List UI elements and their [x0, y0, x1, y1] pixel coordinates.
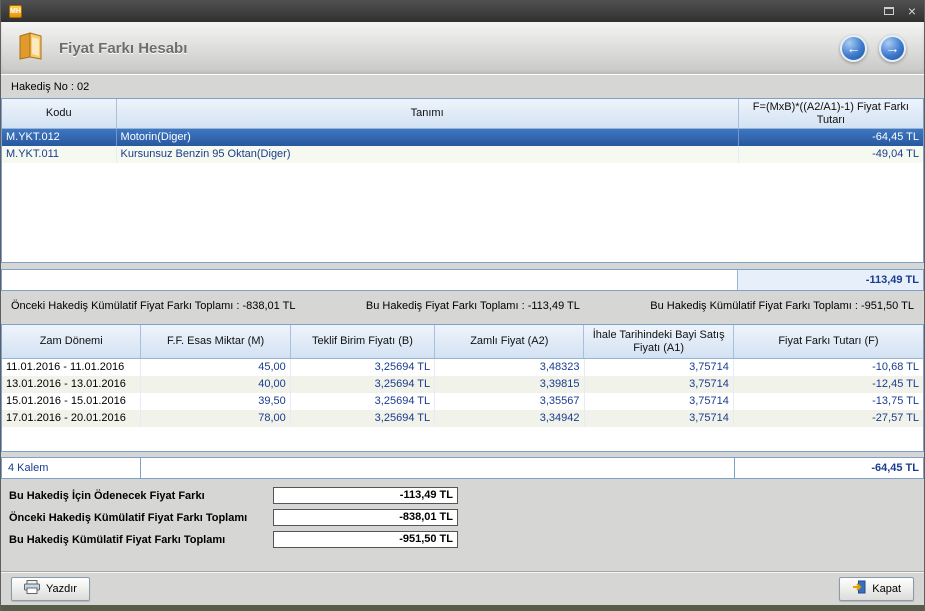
- items-table: Kodu Tanımı F=(MxB)*((A2/A1)-1) Fiyat Fa…: [1, 98, 924, 263]
- cell-fiyat-farki-tutari: -12,45 TL: [734, 376, 923, 393]
- cell-bayi-satis-fiyati: 3,75714: [585, 359, 734, 376]
- window-bottom-edge: [1, 605, 924, 611]
- app-icon: MH: [9, 5, 22, 18]
- forward-arrow-icon: →: [886, 40, 900, 56]
- column-header-fiyat-farki-tutari[interactable]: Fiyat Farkı Tutarı (F): [734, 325, 923, 358]
- close-button-label: Kapat: [872, 583, 901, 595]
- print-button[interactable]: Yazdır: [11, 577, 90, 601]
- cell-kodu: M.YKT.011: [2, 146, 117, 163]
- cell-tanimi: Kursunsuz Benzin 95 Oktan(Diger): [117, 146, 739, 163]
- summary-line: Önceki Hakediş Kümülatif Fiyat Farkı Top…: [1, 291, 924, 324]
- printer-icon: [24, 580, 40, 597]
- titlebar: MH ×: [1, 0, 924, 22]
- exit-door-icon: [852, 580, 866, 597]
- cell-bayi-satis-fiyati: 3,75714: [585, 393, 734, 410]
- total-value: -951,50 TL: [273, 531, 458, 548]
- cell-fiyat-farki-tutari: -10,68 TL: [734, 359, 923, 376]
- item-count-label: 4 Kalem: [1, 457, 141, 479]
- cell-tutar: -64,45 TL: [739, 129, 923, 146]
- form-icon: [15, 31, 47, 66]
- total-label: Bu Hakediş İçin Ödenecek Fiyat Farkı: [9, 490, 273, 502]
- table-row[interactable]: 11.01.2016 - 11.01.2016 45,00 3,25694 TL…: [2, 359, 923, 376]
- minimize-icon[interactable]: [884, 7, 894, 15]
- cell-zam-donemi: 17.01.2016 - 20.01.2016: [2, 410, 141, 427]
- column-header-bayi-satis-fiyati[interactable]: İhale Tarihindeki Bayi Satış Fiyatı (A1): [584, 325, 733, 358]
- cell-esas-miktar: 40,00: [141, 376, 290, 393]
- cell-zam-donemi: 13.01.2016 - 13.01.2016: [2, 376, 141, 393]
- periods-table: Zam Dönemi F.F. Esas Miktar (M) Teklif B…: [1, 324, 924, 452]
- cell-zam-donemi: 11.01.2016 - 11.01.2016: [2, 359, 141, 376]
- cell-teklif-birim-fiyati: 3,25694 TL: [291, 393, 435, 410]
- form-header: Fiyat Farkı Hesabı ← →: [1, 22, 924, 75]
- column-header-zamli-fiyat[interactable]: Zamlı Fiyat (A2): [435, 325, 584, 358]
- cell-zamli-fiyat: 3,39815: [435, 376, 584, 393]
- table-row[interactable]: M.YKT.011 Kursunsuz Benzin 95 Oktan(Dige…: [2, 146, 923, 163]
- app-window: MH × Fiyat Farkı Hesabı ← → Hakediş No :…: [0, 0, 925, 611]
- previous-cumulative-total: Önceki Hakediş Kümülatif Fiyat Farkı Top…: [11, 300, 296, 312]
- table-row[interactable]: M.YKT.012 Motorin(Diger) -64,45 TL: [2, 129, 923, 146]
- total-row: Bu Hakediş İçin Ödenecek Fiyat Farkı -11…: [9, 487, 924, 504]
- items-total-bar: -113,49 TL: [1, 269, 924, 291]
- column-header-teklif-birim-fiyati[interactable]: Teklif Birim Fiyatı (B): [291, 325, 435, 358]
- total-value: -113,49 TL: [273, 487, 458, 504]
- current-total: Bu Hakediş Fiyat Farkı Toplamı : -113,49…: [366, 300, 580, 312]
- table-row[interactable]: 15.01.2016 - 15.01.2016 39,50 3,25694 TL…: [2, 393, 923, 410]
- page-title: Fiyat Farkı Hesabı: [59, 40, 187, 57]
- cell-fiyat-farki-tutari: -13,75 TL: [734, 393, 923, 410]
- cell-zamli-fiyat: 3,35567: [435, 393, 584, 410]
- cell-zamli-fiyat: 3,48323: [435, 359, 584, 376]
- back-button[interactable]: ←: [840, 35, 867, 62]
- items-total-spacer: [2, 270, 738, 290]
- table-row[interactable]: 17.01.2016 - 20.01.2016 78,00 3,25694 TL…: [2, 410, 923, 427]
- periods-total-bar: 4 Kalem -64,45 TL: [1, 457, 924, 479]
- total-row: Önceki Hakediş Kümülatif Fiyat Farkı Top…: [9, 509, 924, 526]
- print-button-label: Yazdır: [46, 583, 77, 595]
- back-arrow-icon: ←: [847, 40, 861, 56]
- total-label: Önceki Hakediş Kümülatif Fiyat Farkı Top…: [9, 512, 273, 524]
- total-row: Bu Hakediş Kümülatif Fiyat Farkı Toplamı…: [9, 531, 924, 548]
- periods-total-value: -64,45 TL: [734, 457, 924, 479]
- cell-tanimi: Motorin(Diger): [117, 129, 739, 146]
- periods-total-spacer: [140, 457, 735, 479]
- column-header-zam-donemi[interactable]: Zam Dönemi: [2, 325, 141, 358]
- total-value: -838,01 TL: [273, 509, 458, 526]
- bottom-toolbar: Yazdır Kapat: [1, 571, 924, 605]
- hakedis-no-label: Hakediş No : 02: [11, 81, 89, 93]
- cell-teklif-birim-fiyati: 3,25694 TL: [291, 410, 435, 427]
- forward-button[interactable]: →: [879, 35, 906, 62]
- cell-bayi-satis-fiyati: 3,75714: [585, 410, 734, 427]
- column-header-tutar[interactable]: F=(MxB)*((A2/A1)-1) Fiyat Farkı Tutarı: [739, 99, 923, 128]
- cell-zamli-fiyat: 3,34942: [435, 410, 584, 427]
- cell-teklif-birim-fiyati: 3,25694 TL: [291, 359, 435, 376]
- cell-tutar: -49,04 TL: [739, 146, 923, 163]
- cell-bayi-satis-fiyati: 3,75714: [585, 376, 734, 393]
- cumulative-total: Bu Hakediş Kümülatif Fiyat Farkı Toplamı…: [650, 300, 914, 312]
- table-row[interactable]: 13.01.2016 - 13.01.2016 40,00 3,25694 TL…: [2, 376, 923, 393]
- cell-esas-miktar: 78,00: [141, 410, 290, 427]
- items-total-value: -113,49 TL: [738, 270, 923, 290]
- cell-teklif-birim-fiyati: 3,25694 TL: [291, 376, 435, 393]
- cell-zam-donemi: 15.01.2016 - 15.01.2016: [2, 393, 141, 410]
- totals-section: Bu Hakediş İçin Ödenecek Fiyat Farkı -11…: [9, 487, 924, 553]
- close-icon[interactable]: ×: [908, 4, 916, 18]
- cell-kodu: M.YKT.012: [2, 129, 117, 146]
- cell-esas-miktar: 39,50: [141, 393, 290, 410]
- column-header-tanimi[interactable]: Tanımı: [117, 99, 739, 128]
- total-label: Bu Hakediş Kümülatif Fiyat Farkı Toplamı: [9, 534, 273, 546]
- cell-fiyat-farki-tutari: -27,57 TL: [734, 410, 923, 427]
- cell-esas-miktar: 45,00: [141, 359, 290, 376]
- column-header-kodu[interactable]: Kodu: [2, 99, 117, 128]
- column-header-esas-miktar[interactable]: F.F. Esas Miktar (M): [141, 325, 290, 358]
- close-window-button[interactable]: Kapat: [839, 577, 914, 601]
